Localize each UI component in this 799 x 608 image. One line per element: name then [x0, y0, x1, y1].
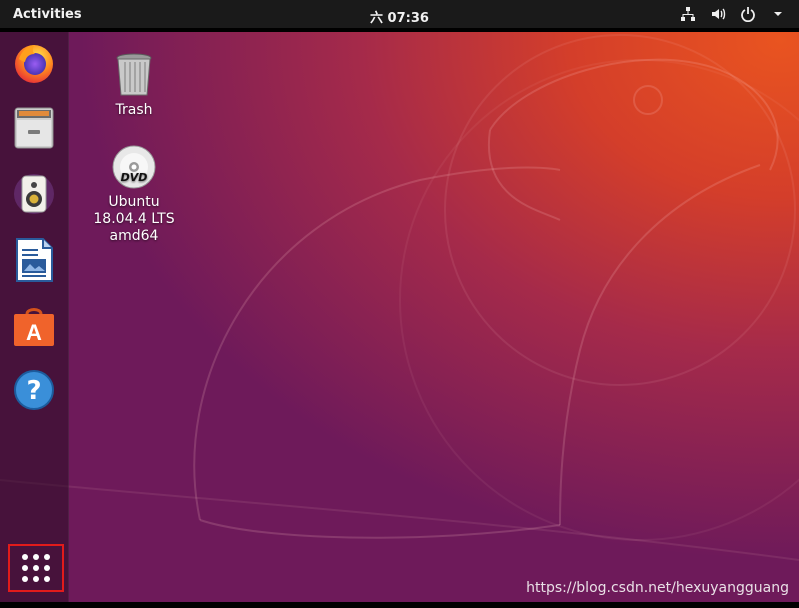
volume-icon[interactable] — [709, 5, 727, 23]
shopping-bag-icon: A — [14, 308, 54, 346]
desktop-icon-label: Trash — [115, 102, 153, 118]
power-icon[interactable] — [739, 5, 757, 23]
dock: A ? — [0, 32, 69, 602]
desktop-icon-label-line: Ubuntu — [108, 194, 160, 210]
top-bar: Activities 六 07:36 — [0, 0, 799, 32]
firefox-icon — [15, 45, 53, 83]
system-tray — [679, 5, 787, 23]
file-cabinet-icon — [14, 107, 54, 149]
grid-dots-icon — [22, 554, 50, 582]
help-icon: ? — [14, 370, 54, 410]
chevron-down-icon[interactable] — [769, 5, 787, 23]
svg-text:?: ? — [26, 376, 41, 406]
clock-button[interactable]: 六 07:36 — [370, 11, 429, 26]
watermark-text: https://blog.csdn.net/hexuyangguang — [526, 580, 789, 596]
show-applications-button[interactable] — [8, 544, 64, 592]
dock-item-rhythmbox[interactable] — [10, 170, 58, 218]
bottom-edge — [0, 602, 799, 608]
desktop-icon-trash[interactable]: Trash — [89, 52, 179, 119]
speaker-icon — [14, 174, 54, 214]
desktop-icon-label-line: 18.04.4 LTS — [93, 211, 175, 227]
writer-document-icon — [16, 238, 53, 282]
activities-button[interactable]: Activities — [13, 7, 82, 22]
dock-item-libreoffice-writer[interactable] — [10, 236, 58, 284]
desktop-icon-ubuntu-dvd[interactable]: DVD Ubuntu 18.04.4 LTS amd64 — [89, 144, 179, 245]
dock-item-help[interactable]: ? — [10, 366, 58, 414]
dock-item-files[interactable] — [10, 104, 58, 152]
dvd-icon: DVD — [112, 145, 156, 189]
svg-text:DVD: DVD — [121, 171, 148, 184]
dock-item-ubuntu-software[interactable]: A — [10, 302, 58, 350]
dock-item-firefox[interactable] — [10, 38, 58, 86]
desktop-icon-label-line: amd64 — [109, 228, 159, 244]
trash-icon — [116, 53, 152, 96]
network-icon[interactable] — [679, 5, 697, 23]
svg-text:A: A — [26, 320, 42, 345]
